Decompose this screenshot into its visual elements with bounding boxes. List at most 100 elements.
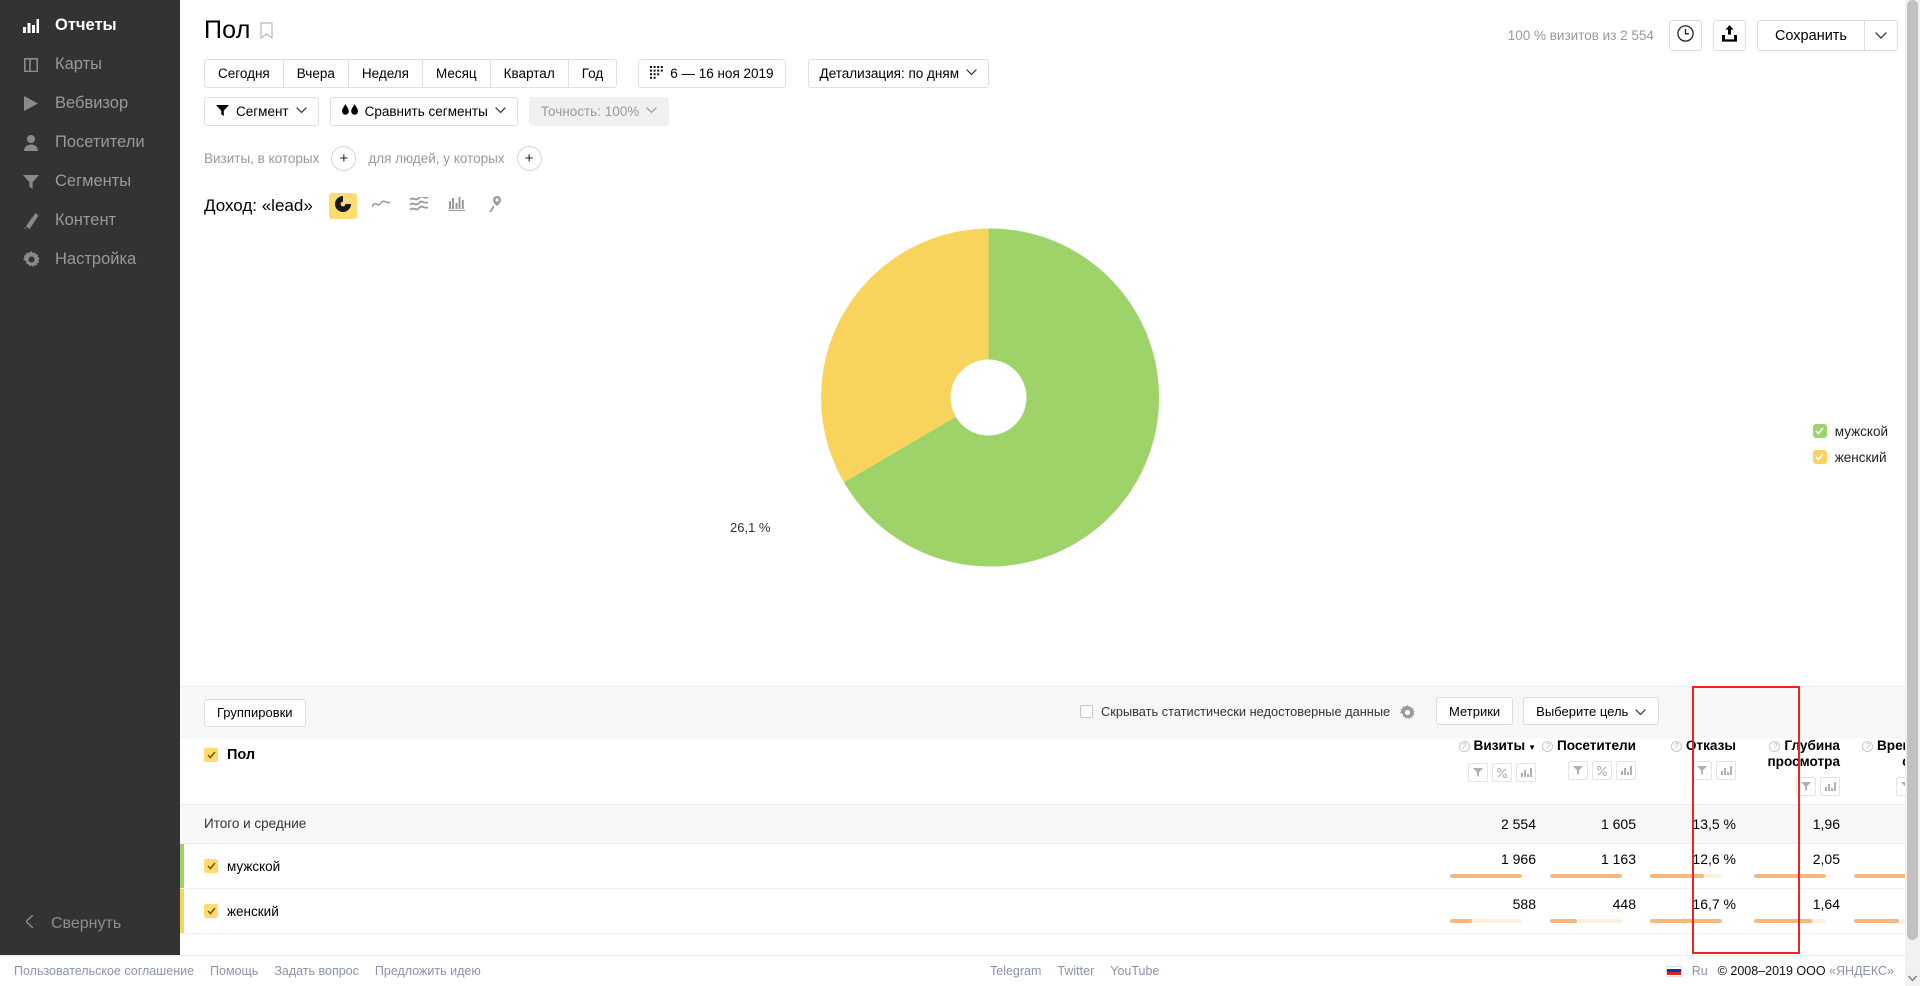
page-title: Пол bbox=[204, 16, 251, 44]
goal-select-dropdown[interactable]: Выберите цель bbox=[1523, 697, 1660, 725]
row-label: женский bbox=[227, 903, 279, 919]
detail-level-dropdown[interactable]: Детализация: по дням bbox=[807, 59, 989, 88]
sidebar-item-settings[interactable]: Настройка bbox=[0, 240, 180, 279]
help-icon[interactable]: ? bbox=[1861, 741, 1873, 752]
metrics-button[interactable]: Метрики bbox=[1436, 697, 1514, 725]
save-dropdown-button[interactable] bbox=[1864, 20, 1898, 51]
funnel-icon bbox=[22, 173, 40, 191]
language-switcher[interactable]: Ru bbox=[1692, 964, 1708, 978]
footer-link-help[interactable]: Помощь bbox=[210, 964, 258, 978]
help-icon[interactable]: ? bbox=[1670, 741, 1682, 752]
chart-type-area[interactable] bbox=[405, 193, 433, 219]
gear-icon[interactable] bbox=[1400, 705, 1415, 725]
map-layout-icon bbox=[22, 56, 40, 74]
range-month[interactable]: Месяц bbox=[421, 59, 490, 88]
export-button[interactable] bbox=[1712, 20, 1746, 51]
cell-bounces: 12,6 % bbox=[1636, 843, 1736, 889]
legend-item-male[interactable]: мужской bbox=[1812, 418, 1888, 444]
date-range-picker[interactable]: 6 — 16 ноя 2019 bbox=[638, 59, 786, 88]
bookmark-icon[interactable] bbox=[259, 22, 273, 40]
table-row[interactable]: женский 588 448 16,7 % 1,64 bbox=[180, 888, 1920, 934]
history-button[interactable] bbox=[1668, 20, 1702, 51]
chevron-down-icon bbox=[495, 106, 506, 117]
add-people-condition-button[interactable]: + bbox=[516, 146, 542, 171]
bar-icon[interactable] bbox=[1516, 763, 1536, 782]
bar-icon[interactable] bbox=[1820, 777, 1840, 796]
footer-link-twitter[interactable]: Twitter bbox=[1057, 964, 1094, 978]
cell-visitors: 448 bbox=[1536, 888, 1636, 934]
range-today[interactable]: Сегодня bbox=[204, 59, 283, 88]
groupings-button[interactable]: Группировки bbox=[204, 698, 306, 727]
row-color-stripe bbox=[180, 844, 184, 888]
chart-type-bar[interactable] bbox=[443, 193, 471, 219]
donut-chart[interactable] bbox=[816, 225, 1161, 570]
visits-summary: 100 % визитов из 2 554 bbox=[1507, 28, 1654, 43]
cell-bar bbox=[1650, 874, 1722, 878]
footer-right: Ru © 2008–2019 ООО «ЯНДЕКС» bbox=[1665, 964, 1894, 978]
pencil-icon bbox=[22, 212, 40, 230]
add-visit-condition-button[interactable]: + bbox=[331, 146, 357, 171]
compare-segments-dropdown[interactable]: Сравнить сегменты bbox=[329, 97, 518, 126]
scrollbar-thumb[interactable] bbox=[1907, 0, 1918, 940]
totals-page-depth: 1,96 bbox=[1736, 804, 1840, 844]
legend-checkbox-female[interactable] bbox=[1812, 450, 1827, 464]
filter-icon[interactable] bbox=[1796, 777, 1816, 796]
sidebar-item-reports[interactable]: Отчеты bbox=[0, 6, 180, 45]
cell-value: 1 163 bbox=[1600, 851, 1636, 867]
percent-icon[interactable] bbox=[1492, 763, 1512, 782]
segment-dropdown[interactable]: Сегмент bbox=[204, 97, 319, 126]
line-chart-icon bbox=[371, 197, 391, 215]
filter-icon[interactable] bbox=[1568, 761, 1588, 780]
column-header-bounces[interactable]: ? Отказы bbox=[1636, 738, 1736, 805]
legend-item-female[interactable]: женский bbox=[1812, 444, 1888, 470]
dimension-header-label: Пол bbox=[227, 747, 256, 763]
row-checkbox[interactable] bbox=[204, 904, 218, 918]
hide-unreliable-checkbox[interactable] bbox=[1080, 705, 1093, 718]
help-icon[interactable]: ? bbox=[1769, 741, 1781, 752]
page-scrollbar[interactable] bbox=[1905, 0, 1920, 986]
range-yesterday[interactable]: Вчера bbox=[282, 59, 348, 88]
scroll-down-arrow-icon[interactable] bbox=[1905, 971, 1920, 986]
legend-checkbox-male[interactable] bbox=[1812, 424, 1827, 438]
filter-icon[interactable] bbox=[1692, 761, 1712, 780]
filter-icon[interactable] bbox=[1468, 763, 1488, 782]
people-condition-label: для людей, у которых bbox=[368, 151, 505, 166]
dimension-checkbox[interactable] bbox=[204, 748, 218, 762]
sidebar-collapse-button[interactable]: Свернуть bbox=[0, 914, 180, 933]
chart-type-line[interactable] bbox=[367, 193, 395, 219]
dimension-header-cell: Пол bbox=[180, 738, 1436, 805]
sidebar-item-content[interactable]: Контент bbox=[0, 201, 180, 240]
range-year[interactable]: Год bbox=[567, 59, 618, 88]
cell-bar bbox=[1550, 874, 1622, 878]
bar-icon[interactable] bbox=[1716, 761, 1736, 780]
range-week[interactable]: Неделя bbox=[347, 59, 422, 88]
bar-icon[interactable] bbox=[1616, 761, 1636, 780]
chart-type-map[interactable] bbox=[481, 193, 509, 219]
column-header-visits[interactable]: ? Визиты ▼ bbox=[1436, 738, 1536, 805]
help-icon[interactable]: ? bbox=[1458, 741, 1470, 752]
footer-link-youtube[interactable]: YouTube bbox=[1110, 964, 1159, 978]
row-checkbox[interactable] bbox=[204, 859, 218, 873]
footer-link-telegram[interactable]: Telegram bbox=[990, 964, 1041, 978]
column-header-page-depth[interactable]: ? Глубина просмотра bbox=[1736, 738, 1840, 805]
range-quarter[interactable]: Квартал bbox=[489, 59, 568, 88]
column-header-visitors[interactable]: ? Посетители bbox=[1536, 738, 1636, 805]
funnel-icon bbox=[216, 104, 229, 119]
footer-link-agreement[interactable]: Пользовательское соглашение bbox=[14, 964, 194, 978]
sidebar-collapse-label: Свернуть bbox=[51, 915, 122, 932]
table-row[interactable]: мужской 1 966 1 163 12,6 % 2,05 bbox=[180, 843, 1920, 889]
sidebar-item-webvisor[interactable]: Вебвизор bbox=[0, 84, 180, 123]
column-title: Визиты bbox=[1473, 738, 1526, 753]
footer-link-ask[interactable]: Задать вопрос bbox=[274, 964, 359, 978]
sidebar-item-visitors[interactable]: Посетители bbox=[0, 123, 180, 162]
percent-icon[interactable] bbox=[1592, 761, 1612, 780]
save-button[interactable]: Сохранить bbox=[1756, 20, 1864, 51]
row-dimension-cell: мужской bbox=[180, 843, 1436, 889]
footer-link-idea[interactable]: Предложить идею bbox=[375, 964, 481, 978]
accuracy-dropdown[interactable]: Точность: 100% bbox=[528, 97, 670, 126]
sidebar-item-maps[interactable]: Карты bbox=[0, 45, 180, 84]
chart-type-pie[interactable] bbox=[328, 193, 357, 219]
cell-bounces: 16,7 % bbox=[1636, 888, 1736, 934]
help-icon[interactable]: ? bbox=[1541, 741, 1553, 752]
sidebar-item-segments[interactable]: Сегменты bbox=[0, 162, 180, 201]
